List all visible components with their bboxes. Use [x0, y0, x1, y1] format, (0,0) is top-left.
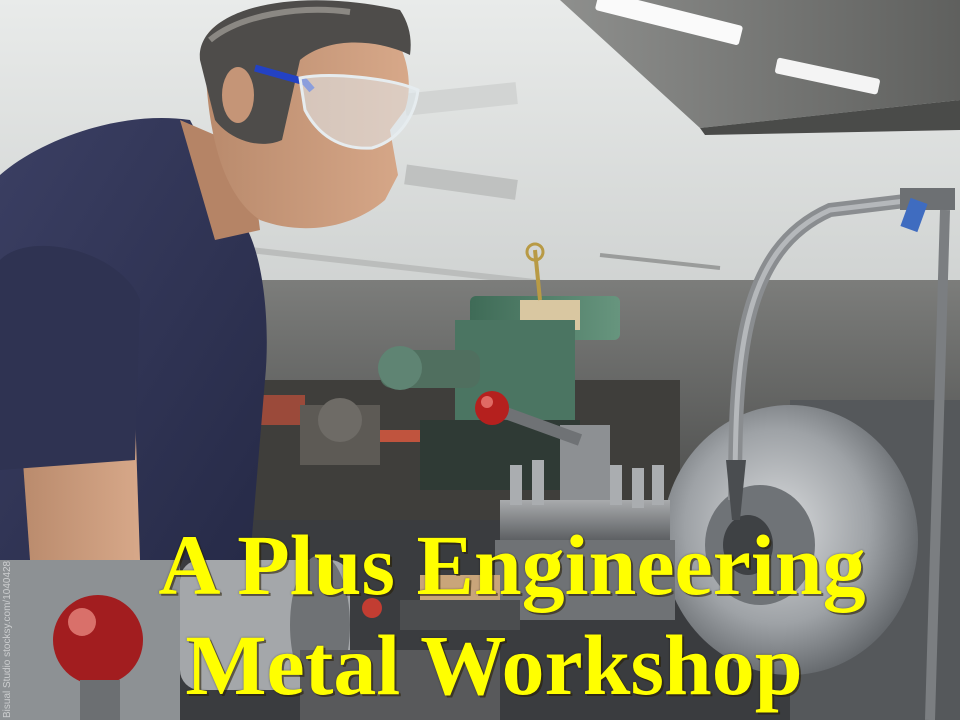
photo-credit: Bisual Studio stocksy.com/1040428 [2, 560, 13, 718]
lever-knob [475, 391, 509, 425]
caption-line-2: Metal Workshop [185, 617, 803, 713]
caption-line-1: A Plus Engineering [158, 517, 866, 613]
